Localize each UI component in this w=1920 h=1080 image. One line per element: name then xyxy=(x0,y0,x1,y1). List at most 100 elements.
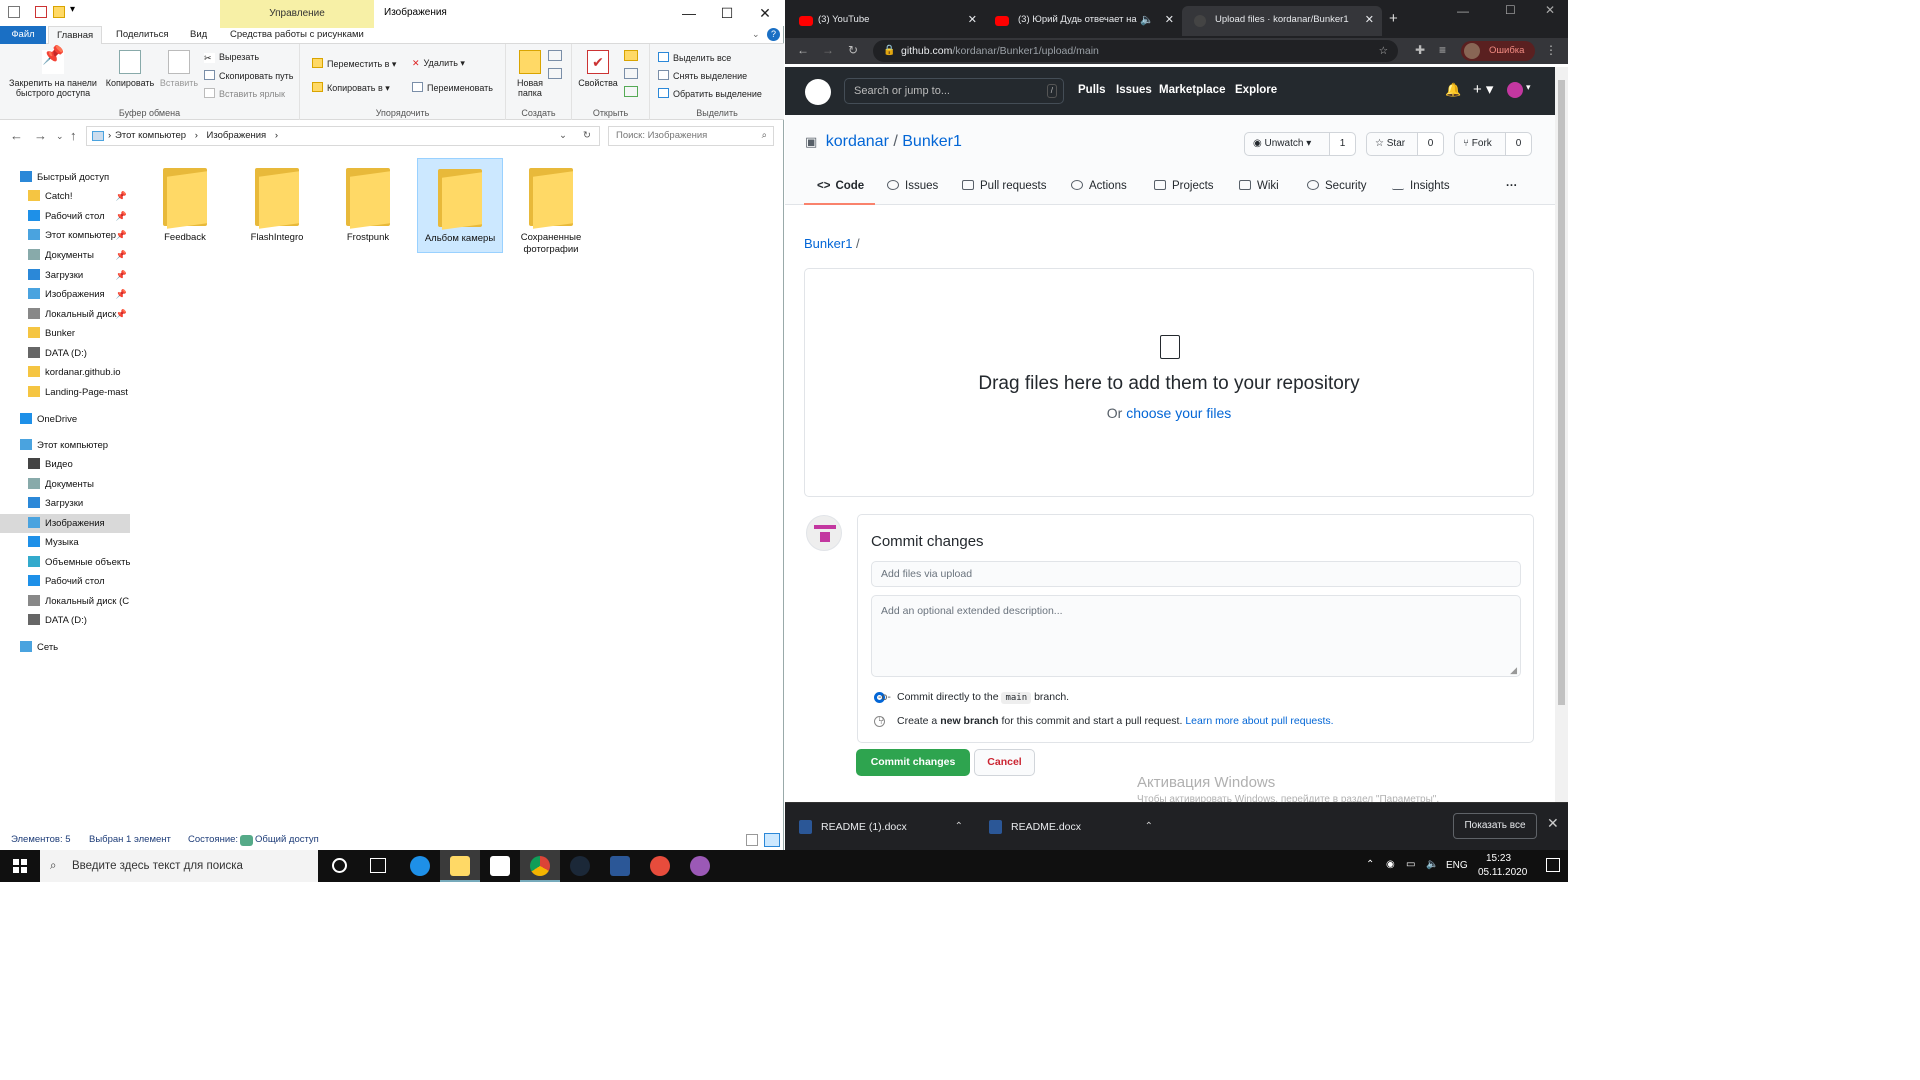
chevron-up-icon[interactable]: ⌃ xyxy=(1145,811,1153,843)
language-indicator[interactable]: ENG xyxy=(1446,860,1468,871)
quick-access-dropdown-icon[interactable]: ▾ xyxy=(70,4,75,15)
explorer-app-icon[interactable] xyxy=(8,6,20,18)
sidebar-item[interactable]: Catch! 📌 xyxy=(0,187,130,206)
more-tabs-icon[interactable]: ··· xyxy=(1506,180,1518,192)
reload-icon[interactable]: ↻ xyxy=(848,43,858,57)
tab-pull-requests[interactable]: Pull requests xyxy=(962,180,1046,192)
sidebar-item[interactable]: DATA (D:) xyxy=(0,611,130,630)
sidebar-item[interactable]: DATA (D:) xyxy=(0,344,130,363)
close-tab-icon[interactable]: ✕ xyxy=(1365,6,1374,34)
pin-icon[interactable]: 📌 xyxy=(116,207,127,226)
download-item[interactable]: README.docx ⌃ xyxy=(975,811,1153,843)
sidebar-item[interactable]: Landing-Page-mast xyxy=(0,383,130,402)
network-icon[interactable]: ▭ xyxy=(1406,859,1415,870)
sidebar-item[interactable]: Документы 📌 xyxy=(0,246,130,265)
nav-marketplace[interactable]: Marketplace xyxy=(1159,84,1225,96)
help-icon[interactable]: ? xyxy=(767,28,780,41)
volume-icon[interactable]: 🔈 xyxy=(1426,859,1438,870)
sidebar-item[interactable]: Рабочий стол 📌 xyxy=(0,207,130,226)
back-arrow-icon[interactable]: ← xyxy=(797,43,809,57)
repo-name-link[interactable]: Bunker1 xyxy=(902,133,962,150)
new-folder-button[interactable]: Новая папка xyxy=(510,50,550,98)
invert-selection-button[interactable]: Обратить выделение xyxy=(658,88,762,99)
tab-wiki[interactable]: Wiki xyxy=(1239,180,1279,192)
clock-date[interactable]: 05.11.2020 xyxy=(1478,867,1527,878)
browser-tab-video[interactable]: (3) Юрий Дудь отвечает на 🔈 ✕ xyxy=(985,6,1182,36)
new-tab-icon[interactable]: + xyxy=(1389,10,1398,27)
forks-count[interactable]: 0 xyxy=(1505,133,1531,155)
details-view-icon[interactable] xyxy=(746,834,758,846)
edit-icon[interactable] xyxy=(624,68,638,79)
github-search-input[interactable]: Search or jump to... / xyxy=(844,78,1064,104)
properties-button[interactable]: ✔ Свойства xyxy=(574,50,622,88)
properties-quick-icon[interactable] xyxy=(35,6,47,18)
app-icon[interactable] xyxy=(690,856,710,876)
tab-code[interactable]: <> Code xyxy=(817,180,864,192)
download-item[interactable]: README (1).docx ⌃ xyxy=(785,811,963,843)
commit-changes-button[interactable]: Commit changes xyxy=(856,749,970,776)
folder-item[interactable]: Frostpunk xyxy=(325,158,411,253)
clock-time[interactable]: 15:23 xyxy=(1486,853,1511,864)
app-icon[interactable] xyxy=(610,856,630,876)
pin-icon[interactable]: 📌 xyxy=(116,285,127,304)
watchers-count[interactable]: 1 xyxy=(1329,133,1355,155)
nav-pulls[interactable]: Pulls xyxy=(1078,84,1105,96)
chevron-down-icon[interactable]: ▾ xyxy=(1526,82,1531,93)
back-arrow-icon[interactable]: ← xyxy=(10,128,23,143)
choose-files-link[interactable]: choose your files xyxy=(1126,405,1231,421)
close-downloads-icon[interactable]: ✕ xyxy=(1547,815,1559,832)
tab-issues[interactable]: Issues xyxy=(887,180,938,192)
close-tab-icon[interactable]: ✕ xyxy=(968,6,977,34)
sidebar-item[interactable]: Загрузки 📌 xyxy=(0,266,130,285)
new-item-icon[interactable] xyxy=(548,50,562,61)
history-icon[interactable] xyxy=(624,86,638,97)
windows-start-icon[interactable] xyxy=(13,859,27,873)
sidebar-item[interactable]: Быстрый доступ xyxy=(0,168,130,187)
tab-projects[interactable]: Projects xyxy=(1154,180,1214,192)
tab-home[interactable]: Главная xyxy=(48,26,103,44)
pin-icon[interactable]: 📌 xyxy=(116,266,127,285)
extensions-icon[interactable]: ✚ xyxy=(1415,43,1425,57)
fork-button[interactable]: ⑂ Fork 0 xyxy=(1454,132,1532,156)
repo-owner-link[interactable]: kordanar xyxy=(826,133,889,150)
steam-tray-icon[interactable]: ◉ xyxy=(1386,859,1395,870)
taskbar-search-input[interactable]: ⌕ Введите здесь текст для поиска xyxy=(40,850,318,882)
sidebar-item[interactable]: Этот компьютер xyxy=(0,436,130,455)
tab-share[interactable]: Поделиться xyxy=(108,26,176,44)
ribbon-collapse-icon[interactable]: ⌄ xyxy=(752,29,760,40)
bell-icon[interactable]: 🔔 xyxy=(1445,82,1461,98)
tab-security[interactable]: Security xyxy=(1307,180,1367,192)
sidebar-item[interactable]: Сеть xyxy=(0,638,130,657)
show-all-downloads-button[interactable]: Показать все xyxy=(1453,813,1537,839)
chevron-up-icon[interactable]: ⌃ xyxy=(1366,859,1374,870)
up-arrow-icon[interactable]: ↑ xyxy=(70,128,77,143)
maximize-button[interactable]: ☐ xyxy=(714,4,740,22)
create-new-icon[interactable]: + ▾ xyxy=(1473,80,1493,98)
refresh-icon[interactable]: ↻ xyxy=(583,127,591,145)
explorer-search-input[interactable]: Поиск: Изображения ⌕ xyxy=(608,126,774,146)
forward-arrow-icon[interactable]: → xyxy=(822,43,834,57)
pin-icon[interactable]: 📌 xyxy=(116,226,127,245)
close-button[interactable]: ✕ xyxy=(752,4,778,22)
recent-locations-chevron-icon[interactable]: ⌄ xyxy=(56,131,64,142)
sidebar-item[interactable]: kordanar.github.io xyxy=(0,363,130,382)
sidebar-item[interactable]: Рабочий стол xyxy=(0,572,130,591)
media-control-icon[interactable]: ≡ xyxy=(1439,43,1446,57)
app-icon[interactable] xyxy=(650,856,670,876)
minimize-button[interactable]: — xyxy=(1457,4,1469,18)
file-explorer-icon[interactable] xyxy=(450,856,470,876)
sidebar-item[interactable]: Загрузки xyxy=(0,494,130,513)
avatar[interactable] xyxy=(1507,82,1523,98)
forward-arrow-icon[interactable]: → xyxy=(34,128,47,143)
profile-error-button[interactable]: Ошибка xyxy=(1461,41,1535,61)
tab-view[interactable]: Вид xyxy=(182,26,215,44)
sidebar-item[interactable]: Видео xyxy=(0,455,130,474)
copy-path-button[interactable]: Скопировать путь xyxy=(204,70,293,81)
resize-handle-icon[interactable]: ◢ xyxy=(1510,665,1517,676)
breadcrumb-repo-link[interactable]: Bunker1 xyxy=(804,236,852,251)
folder-item[interactable]: Feedback xyxy=(142,158,228,253)
browser-menu-icon[interactable]: ⋮ xyxy=(1545,43,1557,57)
breadcrumb-pictures[interactable]: Изображения xyxy=(207,130,267,141)
address-bar[interactable]: 🔒 github.com/kordanar/Bunker1/upload/mai… xyxy=(873,40,1398,62)
address-dropdown-icon[interactable]: ⌄ xyxy=(559,127,567,145)
